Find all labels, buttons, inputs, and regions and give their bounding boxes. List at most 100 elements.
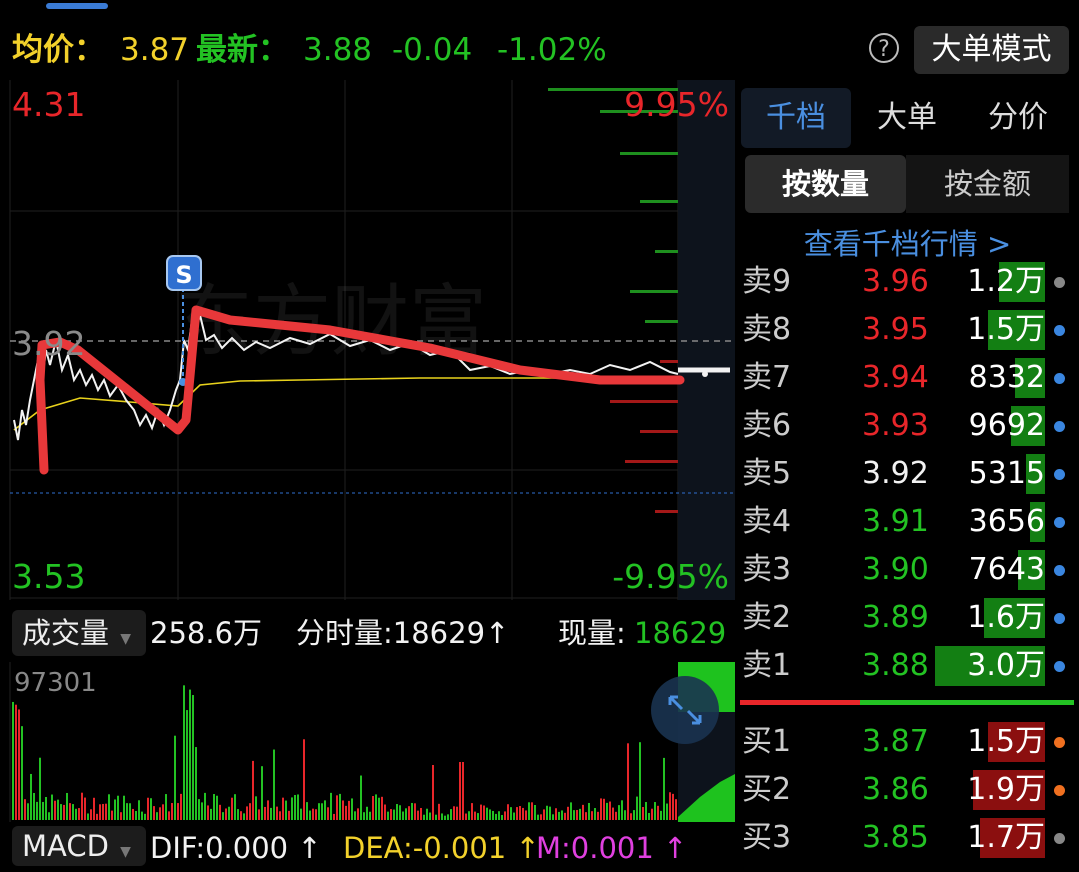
sell-order-dot-icon xyxy=(1054,277,1065,288)
sell-volume: 8332 xyxy=(968,360,1045,395)
volume-bar xyxy=(339,793,341,820)
sell-row[interactable]: 卖8 3.95 1.5万 xyxy=(736,306,1079,354)
sell-level-label: 卖1 xyxy=(742,648,792,683)
avg-label: 均价： xyxy=(12,32,105,68)
volume-bar xyxy=(105,803,107,820)
sell-row[interactable]: 卖9 3.96 1.2万 xyxy=(736,258,1079,306)
volume-bar xyxy=(336,795,338,820)
volume-bar xyxy=(390,809,392,820)
collapse-icon[interactable] xyxy=(651,676,719,744)
volume-bar xyxy=(630,813,632,820)
tab-price-distribution[interactable]: 分价 xyxy=(963,88,1073,148)
volume-bar xyxy=(519,806,521,820)
sell-volume: 3656 xyxy=(968,504,1045,539)
volume-bar xyxy=(423,814,425,820)
volume-bar xyxy=(153,806,155,820)
volume-bar xyxy=(279,811,281,820)
sell-level-label: 卖3 xyxy=(742,552,792,587)
volume-bar xyxy=(366,806,368,820)
volume-bar xyxy=(549,806,551,820)
buy-row[interactable]: 买3 3.85 1.7万 xyxy=(736,814,1079,862)
volume-bar xyxy=(660,810,662,820)
sell-order-dot-icon xyxy=(1054,421,1065,432)
volume-bar xyxy=(78,808,80,820)
volume-chart[interactable] xyxy=(0,662,735,822)
price-low-label: 3.53 xyxy=(12,557,86,596)
volume-bar xyxy=(171,803,173,820)
sell-signal-marker[interactable]: S xyxy=(166,255,202,291)
latest-label: 最新： xyxy=(196,32,289,68)
macd-indicator-selector[interactable]: MACD ▼ xyxy=(12,826,146,866)
volume-bar xyxy=(570,802,572,820)
volume-bar xyxy=(534,804,536,820)
intraday-price-chart[interactable]: 东方财富 S xyxy=(0,80,735,600)
volume-bar xyxy=(597,811,599,820)
volume-bar xyxy=(606,802,608,820)
volume-indicator-selector[interactable]: 成交量 ▼ xyxy=(12,610,146,656)
volume-bar xyxy=(66,792,68,820)
sell-price: 3.96 xyxy=(862,264,929,299)
volume-bar xyxy=(480,804,482,820)
volume-bar xyxy=(399,805,401,820)
volume-bar xyxy=(417,810,419,820)
volume-bar xyxy=(84,797,86,820)
volume-bar xyxy=(276,806,278,820)
sell-row[interactable]: 卖6 3.93 9692 xyxy=(736,402,1079,450)
volume-bar xyxy=(645,802,647,820)
big-order-mode-button[interactable]: 大单模式 xyxy=(914,26,1069,74)
volume-bar xyxy=(69,803,71,820)
volume-bar xyxy=(651,808,653,820)
spread-divider-sell xyxy=(740,700,860,705)
segment-by-quantity[interactable]: 按数量 xyxy=(745,155,906,213)
sell-row[interactable]: 卖5 3.92 5315 xyxy=(736,450,1079,498)
help-icon[interactable]: ? xyxy=(869,33,899,63)
sell-row[interactable]: 卖1 3.88 3.0万 xyxy=(736,642,1079,690)
future-zone xyxy=(678,80,735,600)
buy-row[interactable]: 买2 3.86 1.9万 xyxy=(736,766,1079,814)
change-value: -0.04 xyxy=(392,32,473,68)
volume-bar xyxy=(324,800,326,820)
volume-bar xyxy=(663,757,665,820)
volume-bar xyxy=(192,695,194,820)
volume-bar xyxy=(108,794,110,820)
volume-bar xyxy=(42,801,44,820)
volume-bar xyxy=(249,803,251,820)
sell-price: 3.93 xyxy=(862,408,929,443)
volume-bar xyxy=(540,814,542,820)
volume-bar xyxy=(468,811,470,820)
volume-bar xyxy=(141,811,143,820)
volume-bar xyxy=(234,794,236,820)
volume-bar xyxy=(99,804,101,820)
volume-bar xyxy=(504,811,506,820)
buy-row[interactable]: 买1 3.87 1.5万 xyxy=(736,718,1079,766)
volume-bar xyxy=(600,798,602,820)
sell-row[interactable]: 卖3 3.90 7643 xyxy=(736,546,1079,594)
volume-bar xyxy=(654,802,656,820)
volume-bar xyxy=(459,762,461,820)
volume-bar xyxy=(333,813,335,820)
depth-bars xyxy=(548,88,678,513)
volume-bar xyxy=(213,794,215,820)
sell-order-dot-icon xyxy=(1054,661,1065,672)
volume-bar xyxy=(18,709,20,820)
sell-volume: 1.5万 xyxy=(967,312,1045,347)
sell-order-dot-icon xyxy=(1054,517,1065,528)
sell-row[interactable]: 卖2 3.89 1.6万 xyxy=(736,594,1079,642)
volume-bar xyxy=(369,811,371,820)
sell-row[interactable]: 卖4 3.91 3656 xyxy=(736,498,1079,546)
segment-by-amount[interactable]: 按金额 xyxy=(906,155,1069,213)
volume-bar xyxy=(582,804,584,820)
volume-bar xyxy=(429,812,431,820)
buy-level-label: 买1 xyxy=(742,724,792,759)
macd-selector-label: MACD xyxy=(22,829,109,863)
volume-bar xyxy=(57,799,59,820)
tab-large-orders[interactable]: 大单 xyxy=(852,88,962,148)
volume-bar xyxy=(60,804,62,820)
volume-bar xyxy=(531,802,533,820)
volume-bar xyxy=(246,806,248,820)
volume-bar xyxy=(267,800,269,820)
tab-qiandang[interactable]: 千档 xyxy=(741,88,851,148)
volume-bar xyxy=(114,799,116,820)
latest-value: 3.88 xyxy=(303,32,373,68)
sell-row[interactable]: 卖7 3.94 8332 xyxy=(736,354,1079,402)
